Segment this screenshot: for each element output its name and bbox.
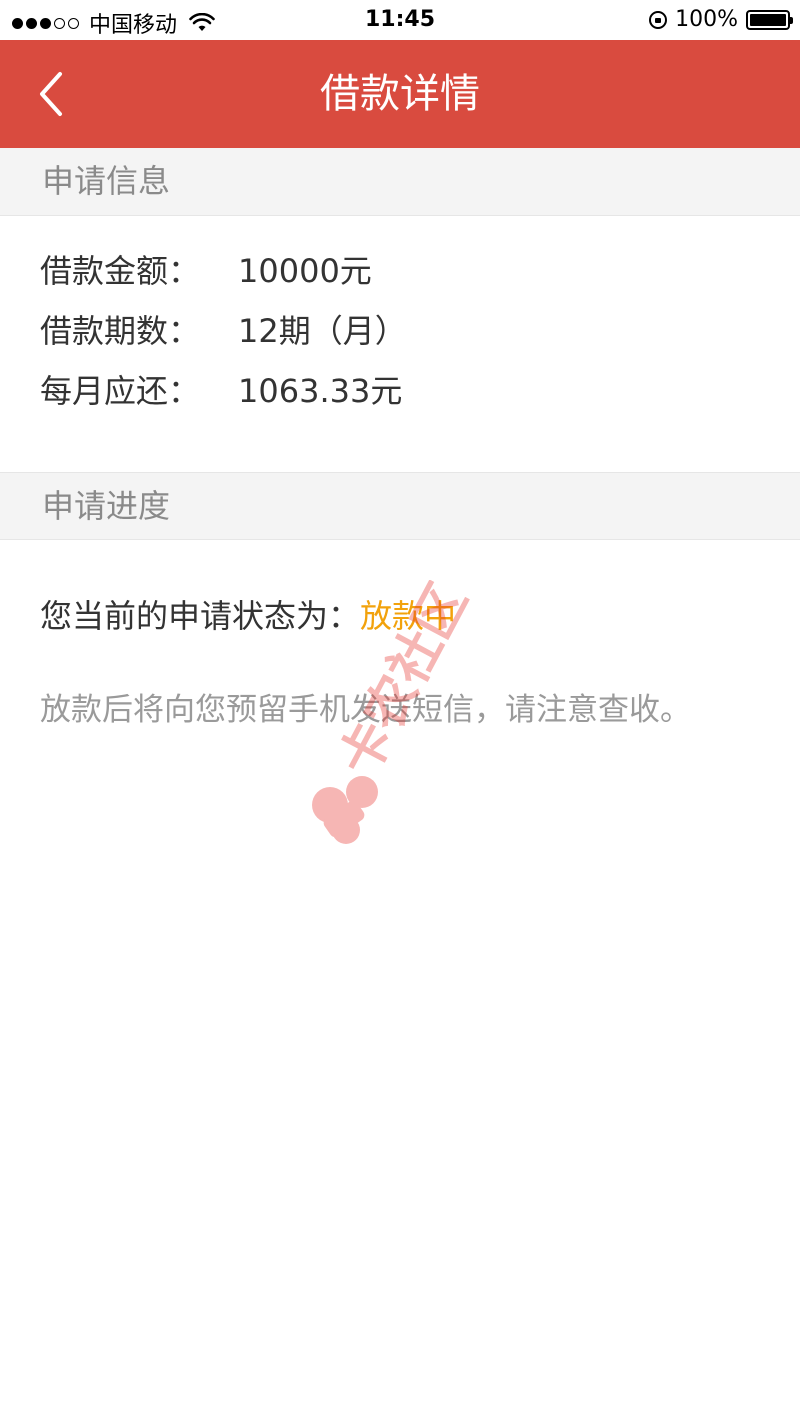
info-value: 12期（月） <box>238 312 407 350</box>
info-label: 借款金额： <box>40 252 201 290</box>
info-value: 1063.33元 <box>238 372 403 410</box>
status-label: 您当前的申请状态为： <box>40 597 361 635</box>
status-note: 放款后将向您预留手机发送短信，请注意查收。 <box>40 692 691 728</box>
orientation-lock-icon <box>649 10 668 29</box>
page-title: 借款详情 <box>320 71 480 117</box>
status-bar: 中国移动 11:45 100% <box>0 0 800 40</box>
info-row-monthly-payment: 每月应还： 1063.33元 <box>40 366 402 416</box>
info-row-loan-term: 借款期数： 12期（月） <box>40 306 407 356</box>
status-bar-right: 100% <box>649 7 793 32</box>
info-label: 每月应还： <box>40 372 201 410</box>
info-value: 10000元 <box>238 252 372 290</box>
application-status: 您当前的申请状态为：放款中 <box>40 592 456 640</box>
info-label: 借款期数： <box>40 312 201 350</box>
section-header-application-progress: 申请进度 <box>0 472 800 540</box>
section-header-application-info: 申请信息 <box>0 148 800 216</box>
battery-icon <box>746 9 793 30</box>
navigation-bar: 借款详情 <box>0 40 800 148</box>
battery-percentage: 100% <box>675 7 738 32</box>
info-row-loan-amount: 借款金额： 10000元 <box>40 246 372 296</box>
status-value: 放款中 <box>360 597 457 635</box>
